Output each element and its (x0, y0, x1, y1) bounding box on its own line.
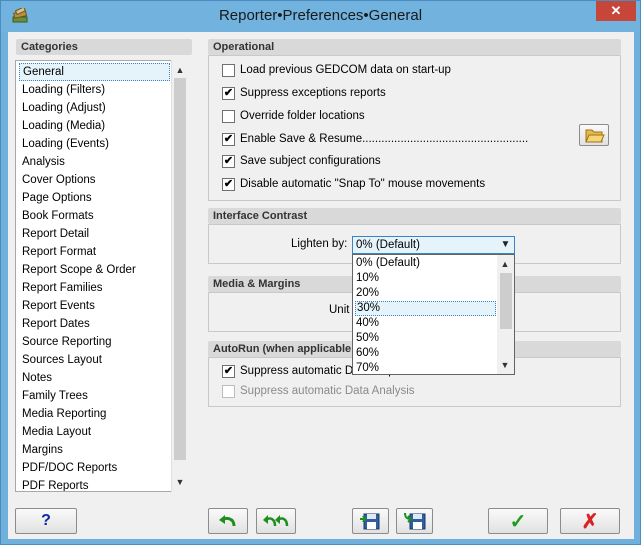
chevron-down-icon[interactable]: ▼ (497, 237, 514, 253)
category-item[interactable]: Report Format (22, 243, 96, 261)
lighten-option[interactable]: 30% (355, 301, 496, 316)
browse-folder-button[interactable] (579, 124, 609, 146)
lighten-option[interactable]: 50% (355, 331, 379, 346)
category-item[interactable]: Media Layout (22, 423, 91, 441)
option-label: Suppress exceptions reports (240, 87, 386, 99)
lighten-by-select[interactable]: 0% (Default) ▼ (352, 236, 515, 254)
category-item[interactable]: Book Formats (22, 207, 94, 225)
undo-all-arrows-icon (263, 515, 289, 527)
category-item[interactable]: Report Families (22, 279, 103, 297)
popup-scroll-thumb[interactable] (500, 273, 512, 329)
title-bar[interactable]: Reporter•Preferences•General ✕ (1, 1, 640, 32)
category-item[interactable]: Media Reporting (22, 405, 106, 423)
interface-contrast-header: Interface Contrast (208, 208, 621, 224)
scroll-up-icon[interactable]: ▲ (497, 256, 513, 272)
checkmark-icon: ✓ (509, 510, 527, 533)
checkbox[interactable]: ✔ (222, 154, 235, 168)
ok-button[interactable]: ✓ (488, 508, 548, 534)
lighten-option[interactable]: 10% (355, 271, 379, 286)
save-disk-icon (359, 513, 379, 530)
category-item[interactable]: Sources Layout (22, 351, 102, 369)
undo-arrow-icon (219, 515, 236, 527)
category-item[interactable]: Loading (Events) (22, 135, 109, 153)
scroll-down-icon[interactable]: ▼ (497, 357, 513, 373)
category-item[interactable]: Analysis (22, 153, 65, 171)
category-item[interactable]: Source Reporting (22, 333, 112, 351)
cancel-button[interactable]: ✗ (560, 508, 620, 534)
operational-option[interactable]: ✔ Enable Save & Resume...................… (222, 131, 528, 147)
categories-header: Categories (16, 39, 192, 55)
operational-option[interactable]: ✔ Save subject configurations (222, 153, 381, 169)
category-item[interactable]: Report Detail (22, 225, 89, 243)
checkbox[interactable]: ✔ (222, 177, 235, 191)
category-item[interactable]: Page Options (22, 189, 92, 207)
category-item[interactable]: Report Scope & Order (22, 261, 136, 279)
checkbox[interactable] (222, 109, 235, 123)
lighten-option[interactable]: 40% (355, 316, 379, 331)
category-item[interactable]: General (19, 63, 170, 81)
operational-option[interactable]: ✔ Suppress exceptions reports (222, 85, 386, 101)
option-label: Enable Save & Resume....................… (240, 133, 529, 145)
close-button[interactable]: ✕ (596, 1, 636, 21)
window-title: Reporter•Preferences•General (218, 7, 423, 24)
lighten-by-options-popup[interactable]: 0% (Default) 10% 20% 30% 40% 50% 60% 70% ▲ ▼ (352, 254, 515, 375)
undo-all-button[interactable] (256, 508, 296, 534)
category-item[interactable]: Cover Options (22, 171, 96, 189)
category-item[interactable]: PDF/DOC Reports (22, 459, 117, 477)
popup-scrollbar[interactable]: ▲ ▼ (497, 255, 514, 374)
category-item[interactable]: Report Dates (22, 315, 90, 333)
lighten-option[interactable]: 60% (355, 346, 379, 361)
lighten-option[interactable]: 20% (355, 286, 379, 301)
folder-open-icon (585, 129, 605, 143)
category-item[interactable]: Loading (Adjust) (22, 99, 106, 117)
scroll-thumb[interactable] (174, 78, 186, 460)
help-button[interactable]: ? (15, 508, 77, 534)
units-label: Unit (329, 304, 350, 316)
lighten-by-label: Lighten by: (291, 238, 348, 250)
undo-button[interactable] (208, 508, 248, 534)
scroll-down-icon[interactable]: ▼ (172, 474, 188, 490)
option-label: Suppress automatic Data Analysis (240, 385, 415, 397)
checkbox (222, 384, 235, 398)
operational-option[interactable]: ✔ Disable automatic "Snap To" mouse movem… (222, 176, 485, 192)
category-item[interactable]: Family Trees (22, 387, 88, 405)
option-label: Load previous GEDCOM data on start-up (240, 64, 451, 76)
checkbox[interactable]: ✔ (222, 364, 235, 378)
autorun-option: Suppress automatic Data Analysis (222, 383, 415, 399)
checkbox[interactable]: ✔ (222, 132, 235, 146)
category-item[interactable]: Notes (22, 369, 52, 387)
load-defaults-button[interactable] (396, 508, 433, 534)
lighten-option[interactable]: 0% (Default) (355, 256, 420, 271)
help-label: ? (41, 512, 51, 529)
option-label: Save subject configurations (240, 155, 381, 167)
option-label: Override folder locations (240, 110, 365, 122)
save-defaults-button[interactable] (352, 508, 389, 534)
category-item[interactable]: Margins (22, 441, 63, 459)
category-item[interactable]: Loading (Media) (22, 117, 105, 135)
option-label: Disable automatic "Snap To" mouse moveme… (240, 178, 486, 190)
categories-scrollbar[interactable]: ▲ ▼ (171, 60, 187, 492)
categories-list[interactable]: General Loading (Filters) Loading (Adjust)… (15, 60, 187, 492)
checkbox[interactable]: ✔ (222, 86, 235, 100)
operational-option[interactable]: Load previous GEDCOM data on start-up (222, 62, 451, 78)
scroll-up-icon[interactable]: ▲ (172, 62, 188, 78)
operational-option[interactable]: Override folder locations (222, 108, 365, 124)
checkbox[interactable] (222, 63, 235, 77)
cross-icon: ✗ (581, 510, 599, 533)
load-disk-icon (403, 512, 425, 530)
category-item[interactable]: PDF Reports (22, 477, 88, 491)
category-item[interactable]: Loading (Filters) (22, 81, 105, 99)
lighten-by-value: 0% (Default) (356, 239, 420, 251)
category-item[interactable]: Report Events (22, 297, 95, 315)
lighten-option[interactable]: 70% (355, 361, 379, 374)
operational-header: Operational (208, 39, 621, 55)
